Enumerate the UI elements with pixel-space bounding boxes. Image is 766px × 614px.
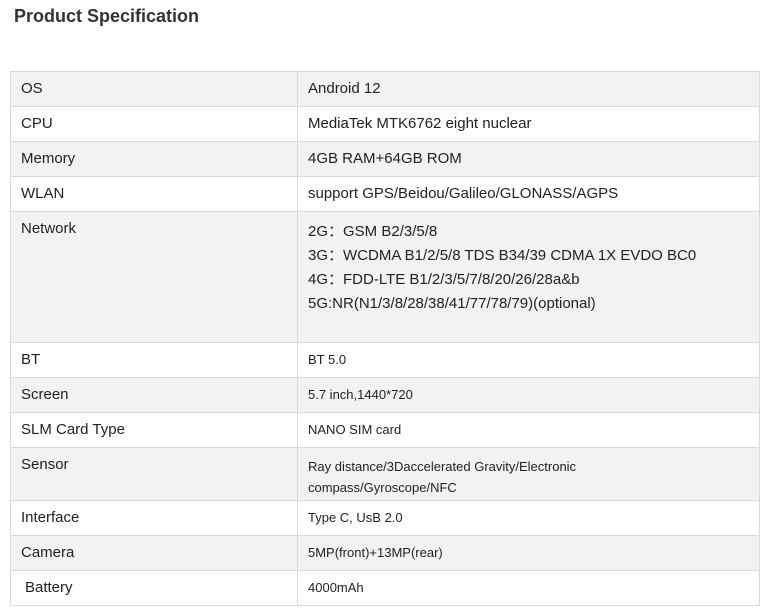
sensor-line: compass/Gyroscope/NFC — [308, 480, 457, 495]
table-row: WLAN support GPS/Beidou/Galileo/GLONASS/… — [10, 176, 760, 212]
spec-value: support GPS/Beidou/Galileo/GLONASS/AGPS — [297, 176, 760, 212]
spec-key: Screen — [10, 377, 298, 413]
spec-value: 4000mAh — [297, 570, 760, 606]
table-row: Interface Type C, UsB 2.0 — [10, 500, 760, 536]
spec-value: 4GB RAM+64GB ROM — [297, 141, 760, 177]
sensor-line: Ray distance/3Daccelerated Gravity/Elect… — [308, 459, 577, 474]
spec-value: NANO SIM card — [297, 412, 760, 448]
table-row: OS Android 12 — [10, 71, 760, 107]
spec-key: Sensor — [10, 447, 298, 501]
spec-value: Type C, UsB 2.0 — [297, 500, 760, 536]
table-row: BT BT 5.0 — [10, 342, 760, 378]
table-row: Camera 5MP(front)+13MP(rear) — [10, 535, 760, 571]
page-title: Product Specification — [14, 6, 200, 26]
spec-key: BT — [10, 342, 298, 378]
network-line: 4G：FDD-LTE B1/2/3/5/7/8/20/26/28a&b — [308, 271, 580, 288]
table-row: Memory 4GB RAM+64GB ROM — [10, 141, 760, 177]
table-row: Screen 5.7 inch,1440*720 — [10, 377, 760, 413]
network-line: 2G：GSM B2/3/5/8 — [308, 223, 438, 240]
spec-key: WLAN — [10, 176, 298, 212]
spec-value: 5.7 inch,1440*720 — [297, 377, 760, 413]
table-row: CPU MediaTek MTK6762 eight nuclear — [10, 106, 760, 142]
spec-value: 5MP(front)+13MP(rear) — [297, 535, 760, 571]
spec-value: BT 5.0 — [297, 342, 760, 378]
table-row: SLM Card Type NANO SIM card — [10, 412, 760, 448]
table-row: Network 2G：GSM B2/3/5/8 3G：WCDMA B1/2/5/… — [10, 211, 760, 343]
spec-key: Camera — [10, 535, 298, 571]
spec-value: 2G：GSM B2/3/5/8 3G：WCDMA B1/2/5/8 TDS B3… — [297, 211, 760, 343]
network-line: 3G：WCDMA B1/2/5/8 TDS B34/39 CDMA 1X EVD… — [308, 247, 697, 264]
table-row: Battery 4000mAh — [10, 570, 760, 606]
spec-value: Android 12 — [297, 71, 760, 107]
spec-value: Ray distance/3Daccelerated Gravity/Elect… — [297, 447, 760, 501]
spec-key: SLM Card Type — [10, 412, 298, 448]
table-row: Sensor Ray distance/3Daccelerated Gravit… — [10, 447, 760, 501]
network-line: 5G:NR(N1/3/8/28/38/41/77/78/79)(optional… — [308, 295, 596, 312]
spec-key: CPU — [10, 106, 298, 142]
spec-key: OS — [10, 71, 298, 107]
spec-key: Interface — [10, 500, 298, 536]
spec-key: Memory — [10, 141, 298, 177]
spec-key: Network — [10, 211, 298, 343]
spec-value: MediaTek MTK6762 eight nuclear — [297, 106, 760, 142]
spec-table: OS Android 12 CPU MediaTek MTK6762 eight… — [10, 71, 760, 606]
spec-key: Battery — [10, 570, 298, 606]
